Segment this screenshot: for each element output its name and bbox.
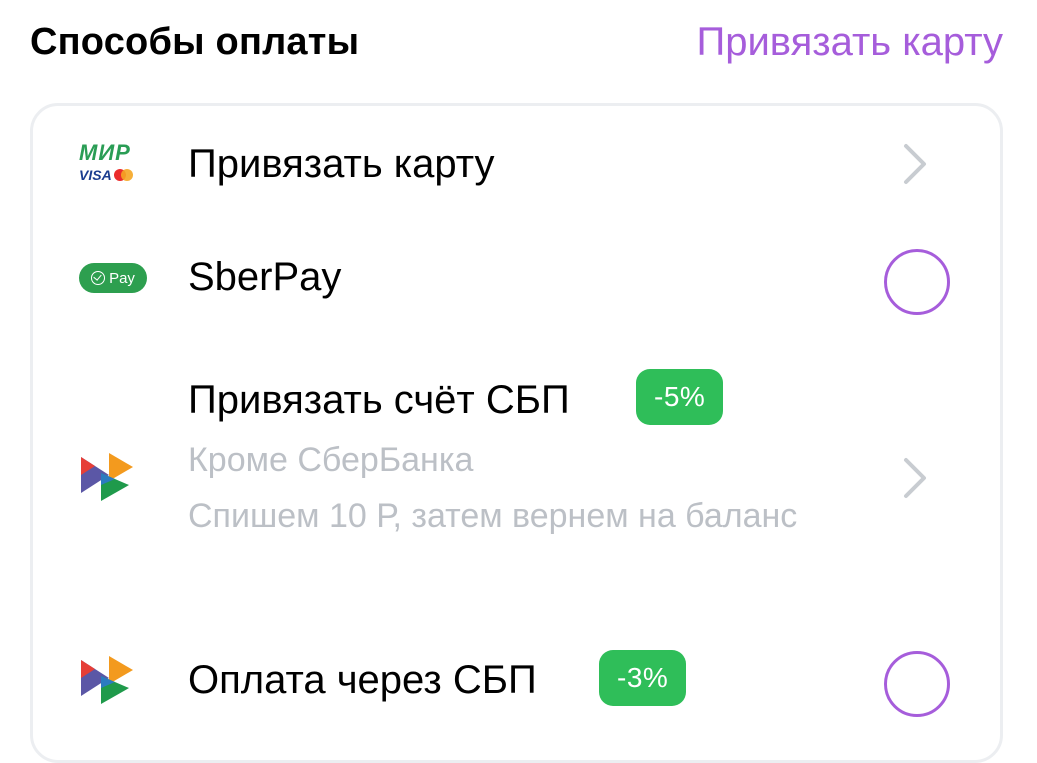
payment-method-title: Оплата через СБП [188,658,537,702]
sbp-radio-button[interactable] [884,651,950,717]
payment-method-title: Привязать карту [188,142,495,186]
sberpay-radio-button[interactable] [884,249,950,315]
sbp-logo-icon [79,451,135,508]
chevron-right-icon [900,142,930,191]
payment-method-sberpay[interactable]: Pay SberPay [33,241,1000,331]
link-card-header-button[interactable]: Привязать карту [696,18,1003,66]
discount-badge: -5% [636,369,724,425]
payment-method-title: SberPay [188,255,342,299]
section-title: Способы оплаты [30,21,360,63]
chevron-right-icon [900,456,930,505]
payment-method-link-card[interactable]: МИР VISA Привязать карту [33,128,1000,218]
payment-method-title: Привязать счёт СБП [188,378,570,422]
payment-method-pay-sbp[interactable]: Оплата через СБП -3% [33,636,1000,736]
mir-visa-mastercard-icon: МИР VISA [79,140,133,183]
payment-method-subtitle-bank: Кроме СберБанка [188,441,474,479]
sberpay-icon: Pay [79,263,147,293]
payment-method-link-sbp[interactable]: Привязать счёт СБП -5% Кроме СберБанка С… [33,361,1000,591]
payment-methods-card: МИР VISA Привязать карту Pay SberPay При… [30,103,1003,763]
sbp-logo-icon [79,654,135,711]
payment-method-subtitle-info: Спишем 10 Р, затем вернем на баланс [188,497,798,535]
section-header: Способы оплаты Привязать карту [0,0,1037,90]
discount-badge: -3% [599,650,687,706]
